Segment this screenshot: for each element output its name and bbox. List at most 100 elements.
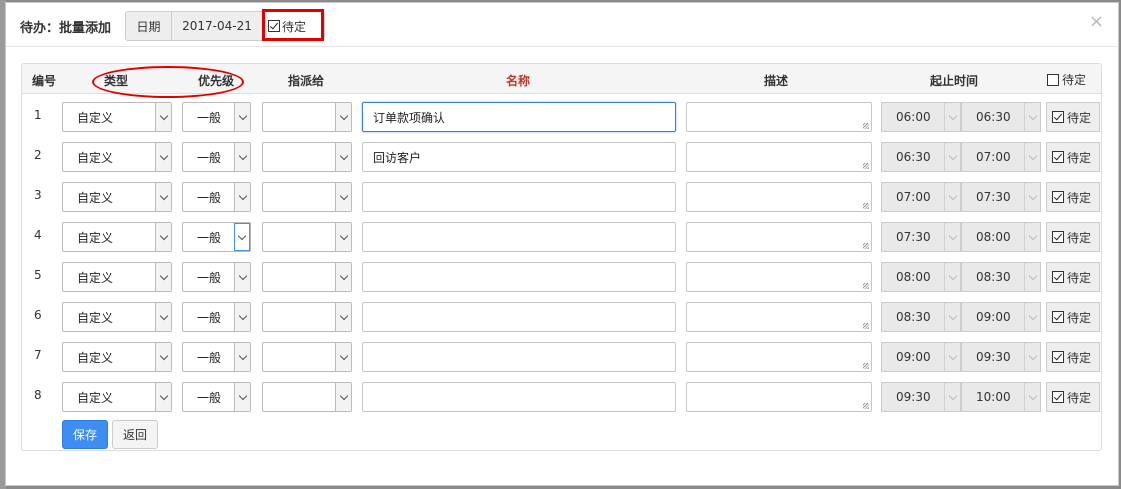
type-select[interactable]: 自定义 [62, 102, 172, 132]
row-pending-checkbox-icon[interactable] [1052, 271, 1064, 283]
resize-grip-icon[interactable] [863, 283, 869, 289]
row-pending-toggle[interactable]: 待定 [1046, 102, 1100, 132]
desc-textarea[interactable] [686, 262, 872, 292]
desc-textarea[interactable] [686, 182, 872, 212]
row-pending-checkbox-icon[interactable] [1052, 351, 1064, 363]
priority-select[interactable]: 一般 [182, 342, 251, 372]
type-select[interactable]: 自定义 [62, 182, 172, 212]
priority-select[interactable]: 一般 [182, 142, 251, 172]
chevron-down-icon[interactable] [234, 343, 250, 371]
priority-select[interactable]: 一般 [182, 302, 251, 332]
assignee-select[interactable] [262, 342, 352, 372]
row-pending-toggle[interactable]: 待定 [1046, 222, 1100, 252]
row-pending-checkbox-icon[interactable] [1052, 231, 1064, 243]
type-select[interactable]: 自定义 [62, 382, 172, 412]
row-pending-checkbox-icon[interactable] [1052, 391, 1064, 403]
resize-grip-icon[interactable] [863, 203, 869, 209]
desc-textarea[interactable] [686, 302, 872, 332]
start-time-select[interactable]: 07:00 [881, 182, 961, 212]
chevron-down-icon[interactable] [335, 143, 351, 171]
date-pending-checkbox-icon[interactable] [268, 20, 280, 32]
resize-grip-icon[interactable] [863, 363, 869, 369]
chevron-down-icon[interactable] [155, 143, 171, 171]
priority-select[interactable]: 一般 [182, 382, 251, 412]
header-pending-toggle[interactable]: 待定 [1047, 71, 1086, 88]
chevron-down-icon[interactable] [1024, 183, 1040, 211]
row-pending-toggle[interactable]: 待定 [1046, 142, 1100, 172]
assignee-select[interactable] [262, 222, 352, 252]
desc-textarea[interactable] [686, 102, 872, 132]
type-select[interactable]: 自定义 [62, 262, 172, 292]
assignee-select[interactable] [262, 262, 352, 292]
row-pending-toggle[interactable]: 待定 [1046, 302, 1100, 332]
row-pending-checkbox-icon[interactable] [1052, 191, 1064, 203]
end-time-select[interactable]: 09:00 [961, 302, 1041, 332]
priority-select[interactable]: 一般 [182, 182, 251, 212]
assignee-select[interactable] [262, 102, 352, 132]
chevron-down-icon[interactable] [944, 303, 960, 331]
resize-grip-icon[interactable] [863, 323, 869, 329]
chevron-down-icon[interactable] [944, 223, 960, 251]
priority-select[interactable]: 一般 [182, 222, 251, 252]
assignee-select[interactable] [262, 182, 352, 212]
chevron-down-icon[interactable] [155, 303, 171, 331]
chevron-down-icon[interactable] [155, 103, 171, 131]
chevron-down-icon[interactable] [335, 103, 351, 131]
chevron-down-icon[interactable] [335, 343, 351, 371]
end-time-select[interactable]: 08:00 [961, 222, 1041, 252]
end-time-select[interactable]: 07:00 [961, 142, 1041, 172]
start-time-select[interactable]: 08:00 [881, 262, 961, 292]
chevron-down-icon[interactable] [234, 183, 250, 211]
chevron-down-icon[interactable] [234, 263, 250, 291]
name-input[interactable] [362, 262, 676, 292]
chevron-down-icon[interactable] [1024, 223, 1040, 251]
save-button[interactable]: 保存 [62, 420, 108, 449]
end-time-select[interactable]: 07:30 [961, 182, 1041, 212]
name-input[interactable] [362, 302, 676, 332]
type-select[interactable]: 自定义 [62, 302, 172, 332]
row-pending-toggle[interactable]: 待定 [1046, 342, 1100, 372]
desc-textarea[interactable] [686, 142, 872, 172]
name-input[interactable]: 订单款项确认 [362, 102, 676, 132]
row-pending-toggle[interactable]: 待定 [1046, 382, 1100, 412]
chevron-down-icon[interactable] [944, 183, 960, 211]
chevron-down-icon[interactable] [944, 343, 960, 371]
resize-grip-icon[interactable] [863, 403, 869, 409]
chevron-down-icon[interactable] [944, 383, 960, 411]
desc-textarea[interactable] [686, 222, 872, 252]
chevron-down-icon[interactable] [234, 103, 250, 131]
type-select[interactable]: 自定义 [62, 142, 172, 172]
chevron-down-icon[interactable] [155, 263, 171, 291]
start-time-select[interactable]: 08:30 [881, 302, 961, 332]
name-input[interactable] [362, 222, 676, 252]
back-button[interactable]: 返回 [112, 420, 158, 449]
chevron-down-icon[interactable] [335, 263, 351, 291]
type-select[interactable]: 自定义 [62, 342, 172, 372]
chevron-down-icon[interactable] [234, 303, 250, 331]
start-time-select[interactable]: 06:00 [881, 102, 961, 132]
chevron-down-icon[interactable] [234, 143, 250, 171]
start-time-select[interactable]: 07:30 [881, 222, 961, 252]
chevron-down-icon[interactable] [944, 143, 960, 171]
name-input[interactable] [362, 342, 676, 372]
name-input[interactable] [362, 182, 676, 212]
chevron-down-icon[interactable] [155, 343, 171, 371]
end-time-select[interactable]: 10:00 [961, 382, 1041, 412]
chevron-down-icon[interactable] [335, 383, 351, 411]
chevron-down-icon[interactable] [944, 263, 960, 291]
row-pending-checkbox-icon[interactable] [1052, 311, 1064, 323]
chevron-down-icon[interactable] [1024, 303, 1040, 331]
resize-grip-icon[interactable] [863, 243, 869, 249]
start-time-select[interactable]: 06:30 [881, 142, 961, 172]
date-pending-toggle[interactable]: 待定 [262, 12, 324, 40]
end-time-select[interactable]: 09:30 [961, 342, 1041, 372]
assignee-select[interactable] [262, 302, 352, 332]
chevron-down-icon[interactable] [155, 383, 171, 411]
chevron-down-icon[interactable] [234, 383, 250, 411]
chevron-down-icon[interactable] [234, 223, 250, 251]
header-pending-checkbox-icon[interactable] [1047, 73, 1059, 86]
chevron-down-icon[interactable] [155, 223, 171, 251]
chevron-down-icon[interactable] [335, 303, 351, 331]
chevron-down-icon[interactable] [335, 183, 351, 211]
date-input[interactable]: 2017-04-21 [172, 12, 262, 40]
